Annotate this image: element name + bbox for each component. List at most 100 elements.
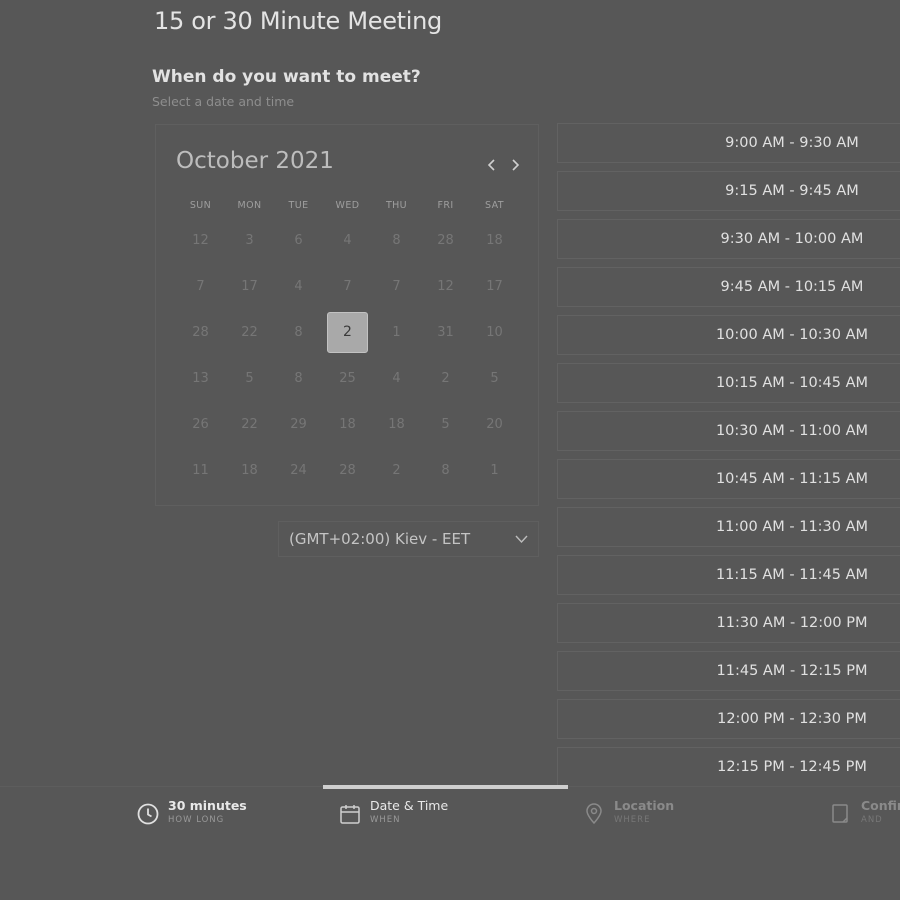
calendar-day[interactable]: 13 [176,355,225,401]
calendar-day[interactable]: 8 [274,309,323,355]
day-number: 3 [245,232,254,248]
calendar-day[interactable]: 29 [274,401,323,447]
time-slot-button[interactable]: 9:15 AM - 9:45 AM [557,171,900,211]
time-slot-label: 12:00 PM - 12:30 PM [717,711,867,727]
calendar-day[interactable]: 7 [372,263,421,309]
calendar-day[interactable]: 18 [470,217,519,263]
calendar-day[interactable]: 25 [323,355,372,401]
calendar-day[interactable]: 12 [176,217,225,263]
day-number: 28 [192,324,209,340]
calendar-day[interactable]: 31 [421,309,470,355]
calendar-day[interactable]: 24 [274,447,323,493]
weekday-label: THU [385,200,408,211]
calendar-day[interactable]: 26 [176,401,225,447]
calendar-day[interactable]: 11 [176,447,225,493]
clock-icon [137,803,159,825]
step-confirm[interactable]: Confirm AND [829,798,900,826]
section-heading: When do you want to meet? [152,67,421,87]
calendar-day[interactable]: 8 [372,217,421,263]
month-label: October 2021 [176,148,334,174]
day-number: 22 [241,416,258,432]
time-slot-button[interactable]: 9:00 AM - 9:30 AM [557,123,900,163]
weekday-header: SUN MON TUE WED THU FRI SAT [176,200,520,211]
time-slot-label: 10:45 AM - 11:15 AM [715,471,869,487]
step-location[interactable]: Location WHERE [582,798,674,826]
time-slot-button[interactable]: 10:15 AM - 10:45 AM [557,363,900,403]
time-slot-button[interactable]: 12:00 PM - 12:30 PM [557,699,900,739]
time-slot-button[interactable]: 10:00 AM - 10:30 AM [557,315,900,355]
next-month-button[interactable] [505,153,525,177]
calendar-day[interactable]: 18 [323,401,372,447]
date-picker: October 2021 SUN MON TUE WED THU FRI SAT… [155,124,539,506]
calendar-day[interactable]: 8 [421,447,470,493]
weekday-label: SAT [485,200,504,211]
time-slot-label: 9:15 AM - 9:45 AM [725,183,859,199]
time-slot-button[interactable]: 11:00 AM - 11:30 AM [557,507,900,547]
day-number: 7 [343,278,352,294]
day-number: 18 [241,462,258,478]
calendar-day[interactable]: 5 [470,355,519,401]
day-number: 26 [192,416,209,432]
calendar-day[interactable]: 17 [225,263,274,309]
calendar-day[interactable]: 17 [470,263,519,309]
day-number: 11 [192,462,209,478]
calendar-day[interactable]: 7 [323,263,372,309]
day-number: 18 [388,416,405,432]
calendar-day-selected[interactable]: 2 [323,309,372,355]
calendar-day[interactable]: 22 [225,401,274,447]
time-slot-label: 11:15 AM - 11:45 AM [715,567,869,583]
calendar-day[interactable]: 4 [323,217,372,263]
calendar-day[interactable]: 28 [176,309,225,355]
time-slot-button[interactable]: 10:30 AM - 11:00 AM [557,411,900,451]
calendar-day[interactable]: 28 [323,447,372,493]
calendar-day[interactable]: 18 [372,401,421,447]
calendar-day[interactable]: 5 [225,355,274,401]
calendar-day[interactable]: 4 [372,355,421,401]
calendar-day[interactable]: 22 [225,309,274,355]
time-slot-label: 11:00 AM - 11:30 AM [715,519,869,535]
time-slot-label: 10:30 AM - 11:00 AM [715,423,869,439]
calendar-day[interactable]: 5 [421,401,470,447]
calendar-week: 26 22 29 18 18 5 20 [176,401,520,447]
calendar-day[interactable]: 3 [225,217,274,263]
calendar-day[interactable]: 7 [176,263,225,309]
calendar-day[interactable]: 4 [274,263,323,309]
day-number: 2 [441,370,450,386]
previous-month-button[interactable] [482,153,502,177]
calendar-day[interactable]: 18 [225,447,274,493]
step-date-time[interactable]: Date & Time WHEN [338,798,448,826]
calendar-day[interactable]: 1 [372,309,421,355]
day-number: 1 [392,324,401,340]
calendar-day[interactable]: 8 [274,355,323,401]
day-number: 2 [392,462,401,478]
time-slot-button[interactable]: 11:30 AM - 12:00 PM [557,603,900,643]
timezone-select[interactable]: (GMT+02:00) Kiev - EET [278,521,539,557]
time-slot-button[interactable]: 9:30 AM - 10:00 AM [557,219,900,259]
day-number: 13 [192,370,209,386]
calendar-day[interactable]: 12 [421,263,470,309]
calendar-day[interactable]: 1 [470,447,519,493]
time-slot-button[interactable]: 11:15 AM - 11:45 AM [557,555,900,595]
time-slot-button[interactable]: 10:45 AM - 11:15 AM [557,459,900,499]
calendar-day[interactable]: 2 [421,355,470,401]
time-slot-label: 10:15 AM - 10:45 AM [715,375,869,391]
day-number: 18 [339,416,356,432]
time-slot-button[interactable]: 12:15 PM - 12:45 PM [557,747,900,787]
calendar-day[interactable]: 6 [274,217,323,263]
day-number: 6 [294,232,303,248]
day-number: 5 [245,370,254,386]
page-title: 15 or 30 Minute Meeting [154,7,442,35]
day-number: 31 [437,324,454,340]
time-slot-button[interactable]: 11:45 AM - 12:15 PM [557,651,900,691]
time-slot-label: 9:30 AM - 10:00 AM [720,231,864,247]
time-slot-button[interactable]: 9:45 AM - 10:15 AM [557,267,900,307]
calendar-day[interactable]: 28 [421,217,470,263]
day-number: 25 [339,370,356,386]
day-number: 20 [486,416,503,432]
calendar-day[interactable]: 2 [372,447,421,493]
time-slot-list: 9:00 AM - 9:30 AM 9:15 AM - 9:45 AM 9:30 A… [557,123,900,795]
calendar-day[interactable]: 20 [470,401,519,447]
time-slot-label: 9:45 AM - 10:15 AM [720,279,864,295]
step-duration[interactable]: 30 minutes HOW LONG [136,798,247,826]
calendar-day[interactable]: 10 [470,309,519,355]
